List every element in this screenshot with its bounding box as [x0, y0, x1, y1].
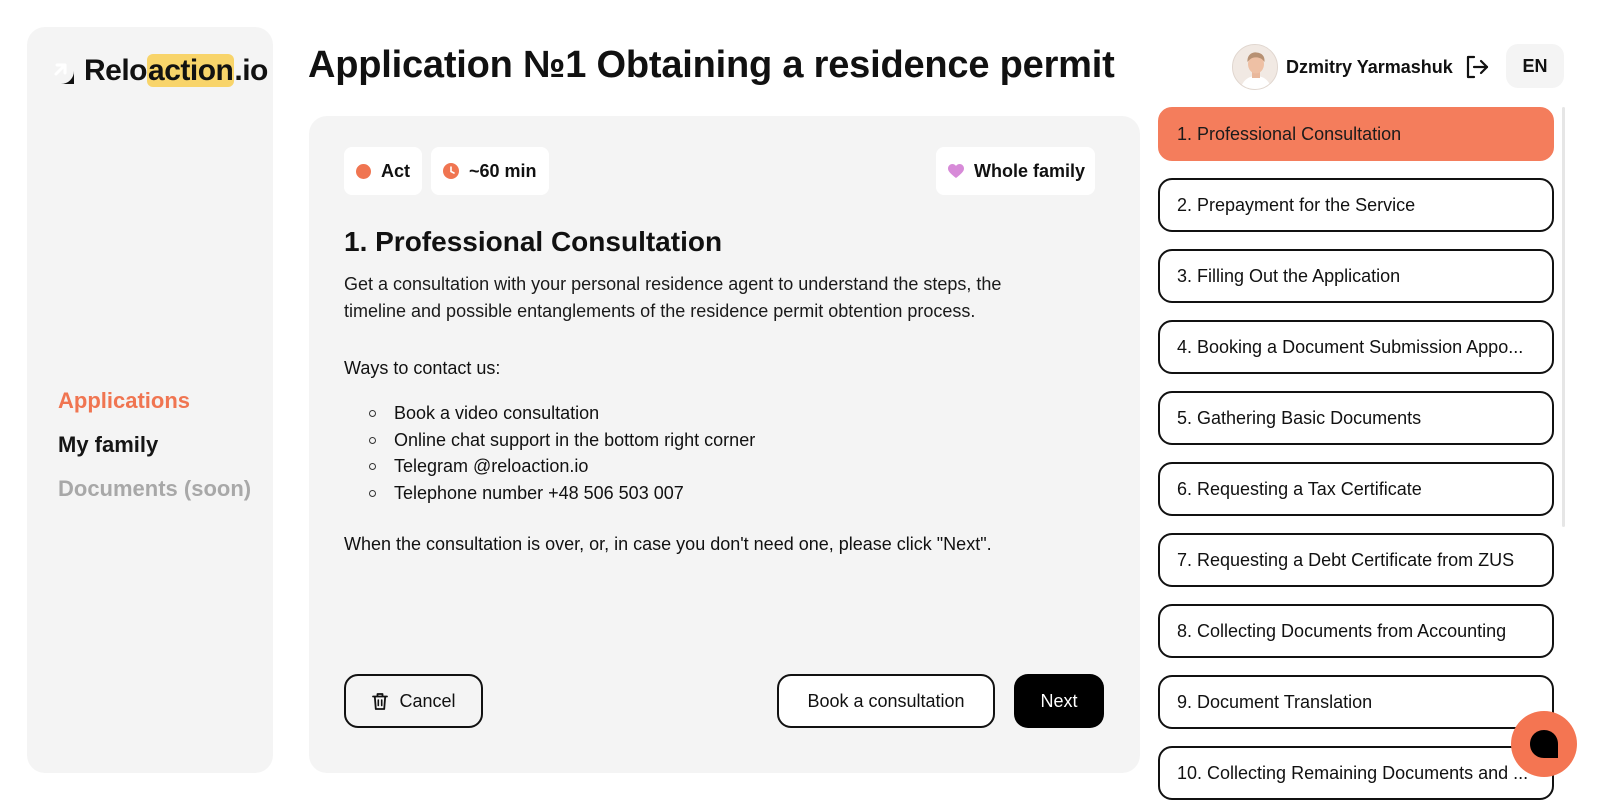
steps-list: 1. Professional Consultation 2. Prepayme… [1158, 107, 1554, 800]
step-item-label: 6. Requesting a Tax Certificate [1177, 478, 1422, 499]
nav-item-applications[interactable]: Applications [58, 389, 251, 413]
list-item: Telegram @reloaction.io [369, 453, 755, 480]
list-item: Book a video consultation [369, 400, 755, 427]
duration-tag: ~60 min [431, 147, 549, 195]
duration-tag-label: ~60 min [469, 160, 537, 181]
next-button[interactable]: Next [1014, 674, 1104, 728]
sidebar: Reloaction.io Applications My family Doc… [27, 27, 273, 773]
user-profile: Dzmitry Yarmashuk [1232, 44, 1491, 90]
step-item[interactable]: 8. Collecting Documents from Accounting [1158, 604, 1554, 658]
step-item-label: 10. Collecting Remaining Documents and .… [1177, 762, 1529, 783]
avatar[interactable] [1232, 44, 1278, 90]
status-dot-icon [356, 163, 371, 179]
book-consultation-button[interactable]: Book a consultation [777, 674, 995, 728]
step-description: Get a consultation with your personal re… [344, 274, 1002, 321]
step-item-label: 1. Professional Consultation [1177, 123, 1402, 144]
step-item[interactable]: 1. Professional Consultation [1158, 107, 1554, 161]
step-item[interactable]: 4. Booking a Document Submission Appo... [1158, 320, 1554, 374]
act-tag: Act [344, 147, 422, 195]
contact-ways-list: Book a video consultation Online chat su… [369, 400, 755, 506]
step-item[interactable]: 10. Collecting Remaining Documents and .… [1158, 746, 1554, 800]
logo-text-part2: .io [234, 54, 268, 87]
next-instruction: When the consultation is over, or, in ca… [344, 534, 992, 554]
step-item-label: 3. Filling Out the Application [1177, 265, 1401, 286]
logo-text-part1: Relo [84, 54, 148, 87]
page: Reloaction.io Applications My family Doc… [0, 0, 1600, 800]
chat-button[interactable] [1511, 711, 1577, 777]
step-item-label: 5. Gathering Basic Documents [1177, 407, 1422, 428]
step-card: Act ~60 min Whole family 1. Professional… [309, 116, 1140, 773]
sidebar-nav: Applications My family Documents (soon) [58, 389, 251, 501]
list-item: Telephone number +48 506 503 007 [369, 480, 755, 507]
nav-item-documents: Documents (soon) [58, 476, 252, 501]
act-tag-label: Act [381, 160, 411, 181]
clock-icon [443, 163, 459, 179]
cancel-button[interactable]: Cancel [344, 674, 483, 728]
step-item[interactable]: 9. Document Translation [1158, 675, 1554, 729]
list-item: Online chat support in the bottom right … [369, 427, 755, 454]
logo-text-highlight: action [147, 54, 235, 87]
step-item-label: 8. Collecting Documents from Accounting [1177, 620, 1507, 641]
logo-mark-icon [48, 58, 74, 84]
page-title: Application №1 Obtaining a residence per… [308, 44, 1115, 86]
step-item-label: 9. Document Translation [1177, 691, 1373, 712]
heart-icon [948, 163, 964, 178]
step-item-label: 4. Booking a Document Submission Appo... [1177, 336, 1524, 357]
chat-icon [1530, 730, 1558, 758]
audience-tag-label: Whole family [974, 160, 1086, 181]
logo[interactable]: Reloaction.io [45, 53, 268, 89]
steps-scrollbar[interactable] [1562, 107, 1565, 527]
step-item[interactable]: 6. Requesting a Tax Certificate [1158, 462, 1554, 516]
step-item[interactable]: 2. Prepayment for the Service [1158, 178, 1554, 232]
step-title: 1. Professional Consultation [344, 226, 723, 257]
contact-ways-label: Ways to contact us: [344, 358, 501, 378]
logout-icon[interactable] [1463, 53, 1491, 81]
audience-tag: Whole family [936, 147, 1095, 195]
step-item-label: 2. Prepayment for the Service [1177, 194, 1416, 215]
step-item-label: 7. Requesting a Debt Certificate from ZU… [1177, 549, 1515, 570]
cancel-button-label: Cancel [399, 690, 456, 711]
logo-text: Reloaction.io [84, 53, 268, 89]
step-item[interactable]: 3. Filling Out the Application [1158, 249, 1554, 303]
nav-item-my-family[interactable]: My family [58, 433, 251, 457]
user-name: Dzmitry Yarmashuk [1286, 56, 1453, 77]
language-selector[interactable]: EN [1506, 44, 1564, 88]
step-item[interactable]: 7. Requesting a Debt Certificate from ZU… [1158, 533, 1554, 587]
step-item[interactable]: 5. Gathering Basic Documents [1158, 391, 1554, 445]
avatar-image [1233, 45, 1277, 89]
trash-icon [372, 692, 389, 710]
